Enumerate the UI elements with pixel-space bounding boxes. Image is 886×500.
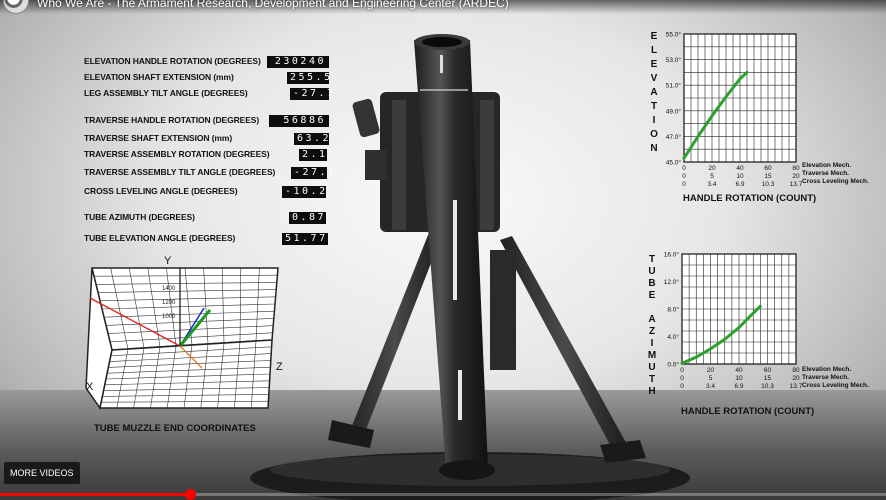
y-tick-label: 16.0°	[664, 251, 680, 259]
y-tick-label: 49.0°	[666, 107, 682, 115]
x-tick-label: 10	[735, 375, 743, 382]
x-tick-label: 40	[735, 367, 743, 374]
y-tick-label: 53.0°	[666, 56, 682, 64]
x-tick-label: 6.9	[735, 181, 744, 188]
x-tick-label: 10.3	[762, 181, 775, 188]
readout-row: TUBE ELEVATION ANGLE (DEGREES)	[84, 231, 235, 245]
mech-label: Traverse Mech.	[802, 170, 849, 177]
channel-avatar[interactable]	[3, 0, 29, 14]
readout-row: ELEVATION SHAFT EXTENSION (mm)	[84, 70, 234, 84]
mech-label: Cross Leveling Mech.	[802, 382, 869, 389]
readout-value: 255.5	[287, 72, 330, 84]
x-tick-label: 3.4	[707, 181, 716, 188]
coord-floor	[99, 339, 273, 409]
readout-row: ELEVATION HANDLE ROTATION (DEGREES)	[84, 54, 261, 68]
coord-y-tick: 1200	[162, 300, 176, 306]
video-title-bar: Who We Are - The Armament Research, Deve…	[0, 0, 886, 14]
coord-axis-y-label: Y	[164, 255, 172, 267]
x-tick-label: 5	[709, 375, 713, 382]
y-tick-label: 0.0°	[667, 361, 679, 369]
progress-bar[interactable]	[0, 489, 886, 500]
x-tick-label: 0	[680, 383, 684, 390]
x-tick-label: 13.7	[790, 181, 803, 188]
readout-value: 0.87	[289, 212, 326, 224]
x-tick-label: 10	[736, 173, 744, 180]
y-tick-label: 51.0°	[666, 82, 682, 90]
readout-row: TRAVERSE ASSEMBLY ROTATION (DEGREES)	[84, 147, 270, 161]
progress-fill	[0, 493, 191, 496]
readout-label: TRAVERSE SHAFT EXTENSION (mm)	[84, 133, 233, 143]
readout-label: TRAVERSE ASSEMBLY ROTATION (DEGREES)	[84, 149, 270, 159]
coord-y-tick: 1400	[162, 286, 176, 292]
y-tick-label: 47.0°	[666, 133, 682, 141]
x-tick-label: 60	[764, 165, 772, 172]
readout-row: TRAVERSE SHAFT EXTENSION (mm)	[84, 131, 232, 145]
readout-label: CROSS LEVELING ANGLE (DEGREES)	[84, 186, 238, 196]
x-tick-label: 15	[764, 173, 772, 180]
readout-label: TUBE ELEVATION ANGLE (DEGREES)	[84, 233, 236, 243]
x-tick-label: 5	[710, 173, 714, 180]
x-tick-label: 40	[736, 165, 744, 172]
video-title[interactable]: Who We Are - The Armament Research, Deve…	[37, 0, 509, 10]
readout-row: TUBE AZIMUTH (DEGREES)	[84, 210, 195, 224]
x-tick-label: 60	[764, 367, 772, 374]
readout-label: TRAVERSE HANDLE ROTATION (DEGREES)	[84, 115, 260, 125]
y-tick-label: 12.0°	[664, 278, 680, 286]
x-tick-label: 3.4	[706, 383, 715, 390]
readout-row: LEG ASSEMBLY TILT ANGLE (DEGREES)	[84, 86, 248, 100]
coordinates-plot: Y X Z 1400 1200 1000	[85, 255, 283, 410]
mech-label: Elevation Mech.	[802, 366, 852, 373]
mech-label: Traverse Mech.	[802, 374, 849, 381]
x-tick-label: 20	[707, 367, 715, 374]
x-tick-label: 0	[680, 375, 684, 382]
readout-value: -10.2	[282, 186, 326, 198]
coordinates-caption: TUBE MUZZLE END COORDINATES	[94, 423, 256, 434]
x-tick-label: 20	[792, 173, 800, 180]
coord-axis-x-label: X	[86, 381, 94, 393]
mech-label: Elevation Mech.	[802, 162, 852, 169]
readout-row: TRAVERSE ASSEMBLY TILT ANGLE (DEGREES)	[84, 165, 275, 179]
x-tick-label: 15	[764, 375, 772, 382]
readout-value: 63.2	[294, 133, 329, 145]
azimuth-chart-xlabel: HANDLE ROTATION (COUNT)	[681, 406, 815, 417]
y-tick-label: 4.0°	[667, 333, 679, 341]
x-tick-label: 80	[792, 165, 800, 172]
x-tick-label: 20	[792, 375, 800, 382]
y-tick-label: 8.0°	[667, 306, 679, 314]
readout-row: TRAVERSE HANDLE ROTATION (DEGREES)	[84, 113, 259, 127]
x-tick-label: 10.3	[761, 383, 774, 390]
readout-value: 230240	[267, 56, 329, 68]
readout-row: CROSS LEVELING ANGLE (DEGREES)	[84, 184, 238, 198]
more-videos-button[interactable]: MORE VIDEOS	[4, 462, 80, 484]
x-tick-label: 0	[682, 165, 686, 172]
x-tick-label: 0	[682, 181, 686, 188]
readout-value: 51.77	[282, 233, 328, 245]
x-tick-label: 0	[680, 367, 684, 374]
x-tick-label: 20	[708, 165, 716, 172]
readout-value: -27.7	[290, 88, 333, 100]
readout-label: ELEVATION SHAFT EXTENSION (mm)	[84, 72, 234, 82]
x-tick-label: 13.7	[790, 383, 803, 390]
readout-label: LEG ASSEMBLY TILT ANGLE (DEGREES)	[84, 88, 248, 98]
readout-value: -27.1	[291, 167, 334, 179]
x-tick-label: 0	[682, 173, 686, 180]
y-tick-label: 55.0°	[666, 31, 682, 39]
readout-value: 2.1	[299, 149, 327, 161]
mech-label: Cross Leveling Mech.	[802, 178, 869, 185]
y-tick-label: 45.0°	[666, 159, 682, 167]
coord-y-tick: 1000	[162, 314, 176, 320]
readout-value: 56886	[269, 115, 329, 127]
x-tick-label: 6.9	[734, 383, 743, 390]
elevation-chart-xlabel: HANDLE ROTATION (COUNT)	[683, 193, 817, 204]
x-tick-label: 80	[792, 367, 800, 374]
coord-axis-z-label: Z	[276, 361, 283, 373]
readout-label: ELEVATION HANDLE ROTATION (DEGREES)	[84, 56, 261, 66]
readout-label: TUBE AZIMUTH (DEGREES)	[84, 212, 195, 222]
readout-label: TRAVERSE ASSEMBLY TILT ANGLE (DEGREES)	[84, 167, 276, 177]
